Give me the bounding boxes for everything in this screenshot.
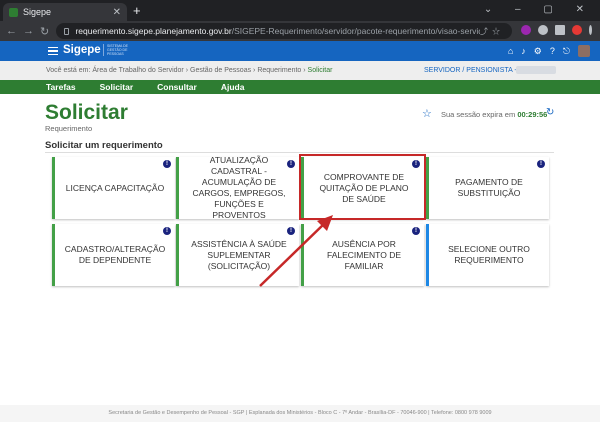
forward-icon[interactable]: → xyxy=(23,25,34,37)
browser-tab[interactable]: Sigepe ✕ xyxy=(3,3,127,21)
breadcrumb-item[interactable]: Requerimento xyxy=(257,67,301,74)
hamburger-menu-icon[interactable] xyxy=(48,47,58,55)
refresh-session-icon[interactable]: ↻ xyxy=(546,107,554,118)
profile-icon[interactable] xyxy=(572,25,582,35)
lock-icon xyxy=(64,27,70,35)
breadcrumb-trail: Você está em: Área de Trabalho do Servid… xyxy=(46,67,333,74)
card-label: ASSISTÊNCIA À SAÚDE SUPLEMENTAR (SOLICIT… xyxy=(191,238,287,271)
request-card[interactable]: ATUALIZAÇÃO CADASTRAL - ACUMULAÇÃO DE CA… xyxy=(176,155,299,220)
logout-icon[interactable]: ⎋ xyxy=(563,46,570,57)
bell-icon[interactable]: ♪ xyxy=(521,46,526,56)
info-icon[interactable]: ! xyxy=(537,160,545,168)
request-card[interactable]: PAGAMENTO DE SUBSTITUIÇÃO ! xyxy=(426,157,549,219)
info-icon[interactable]: ! xyxy=(163,227,171,235)
close-tab-icon[interactable]: ✕ xyxy=(113,7,121,18)
request-card[interactable]: CADASTRO/ALTERAÇÃO DE DEPENDENTE ! xyxy=(52,224,175,286)
page-subtitle: Requerimento xyxy=(45,124,93,133)
brand-logo: Sigepe xyxy=(63,44,101,56)
help-icon[interactable]: ? xyxy=(550,46,555,56)
card-label: PAGAMENTO DE SUBSTITUIÇÃO xyxy=(455,177,523,198)
info-icon[interactable]: ! xyxy=(412,227,420,235)
favicon-icon xyxy=(9,7,18,17)
card-label: LICENÇA CAPACITAÇÃO xyxy=(65,182,165,193)
section-title: Solicitar um requerimento xyxy=(45,140,163,151)
address-bar[interactable]: requerimento.sigepe.planejamento.gov.br/… xyxy=(56,23,512,39)
browser-toolbar: ← → ↻ requerimento.sigepe.planejamento.g… xyxy=(0,21,600,41)
select-other-card[interactable]: SELECIONE OUTRO REQUERIMENTO xyxy=(426,224,549,286)
request-card[interactable]: AUSÊNCIA POR FALECIMENTO DE FAMILIAR ! xyxy=(301,224,424,286)
footer: Secretaria de Gestão e Desempenho de Pes… xyxy=(0,405,600,422)
browser-tab-bar: Sigepe ✕ + ⌄ – ▢ ✕ xyxy=(0,0,600,21)
puzzle-icon[interactable] xyxy=(538,25,548,35)
app-header: Sigepe SISTEMA DE GESTÃO DE PESSOAS ⌂ ♪ … xyxy=(0,41,600,61)
request-card[interactable]: LICENÇA CAPACITAÇÃO ! xyxy=(52,157,175,219)
settings-icon[interactable]: ⚙ xyxy=(534,46,542,57)
reload-icon[interactable]: ↻ xyxy=(40,25,49,38)
breadcrumb-item[interactable]: Área de Trabalho do Servidor xyxy=(92,67,183,74)
avatar[interactable] xyxy=(578,45,590,57)
nav-item-ajuda[interactable]: Ajuda xyxy=(221,82,245,92)
page-title: Solicitar xyxy=(45,101,128,124)
info-icon[interactable]: ! xyxy=(163,160,171,168)
home-icon[interactable]: ⌂ xyxy=(508,46,513,56)
back-icon[interactable]: ← xyxy=(6,25,17,37)
card-label: ATUALIZAÇÃO CADASTRAL - ACUMULAÇÃO DE CA… xyxy=(192,155,286,220)
kebab-menu-icon[interactable] xyxy=(589,25,592,35)
card-label: AUSÊNCIA POR FALECIMENTO DE FAMILIAR xyxy=(327,238,401,271)
card-label: CADASTRO/ALTERAÇÃO DE DEPENDENTE xyxy=(64,244,166,265)
divider xyxy=(45,152,554,153)
window-controls[interactable]: ⌄ – ▢ ✕ xyxy=(484,4,594,15)
omnibox-action-icons[interactable]: ⤴☆ xyxy=(480,26,504,37)
brand-subtitle: SISTEMA DE GESTÃO DE PESSOAS xyxy=(103,44,129,56)
session-timer: Sua sessão expira em 00:29:56 xyxy=(441,110,548,119)
nav-item-solicitar[interactable]: Solicitar xyxy=(100,82,134,92)
breadcrumb-current: Solicitar xyxy=(307,67,333,74)
info-icon[interactable]: ! xyxy=(287,160,295,168)
nav-item-tarefas[interactable]: Tarefas xyxy=(46,82,76,92)
new-tab-icon[interactable]: + xyxy=(133,3,141,18)
tab-title: Sigepe xyxy=(23,7,52,17)
nav-item-consultar[interactable]: Consultar xyxy=(157,82,197,92)
extension-icon[interactable] xyxy=(521,25,531,35)
sidepanel-icon[interactable] xyxy=(555,25,565,35)
request-card[interactable]: ASSISTÊNCIA À SAÚDE SUPLEMENTAR (SOLICIT… xyxy=(176,224,299,286)
main-nav: Tarefas Solicitar Consultar Ajuda xyxy=(0,80,600,94)
card-label: SELECIONE OUTRO REQUERIMENTO xyxy=(448,244,530,265)
header-icons: ⌂ ♪ ⚙ ? ⎋ xyxy=(508,45,590,57)
info-icon[interactable]: ! xyxy=(287,227,295,235)
highlight-box xyxy=(299,154,426,220)
url-text: requerimento.sigepe.planejamento.gov.br/… xyxy=(75,26,480,36)
session-time: 00:29:56 xyxy=(517,110,548,119)
blurred-user-id xyxy=(516,66,556,74)
favorite-star-icon[interactable]: ☆ xyxy=(422,107,432,120)
breadcrumb: Você está em: Área de Trabalho do Servid… xyxy=(0,61,600,80)
breadcrumb-item[interactable]: Gestão de Pessoas xyxy=(190,67,251,74)
main-content: Solicitar Requerimento ☆ Sua sessão expi… xyxy=(0,94,600,405)
extension-icons xyxy=(521,25,592,35)
